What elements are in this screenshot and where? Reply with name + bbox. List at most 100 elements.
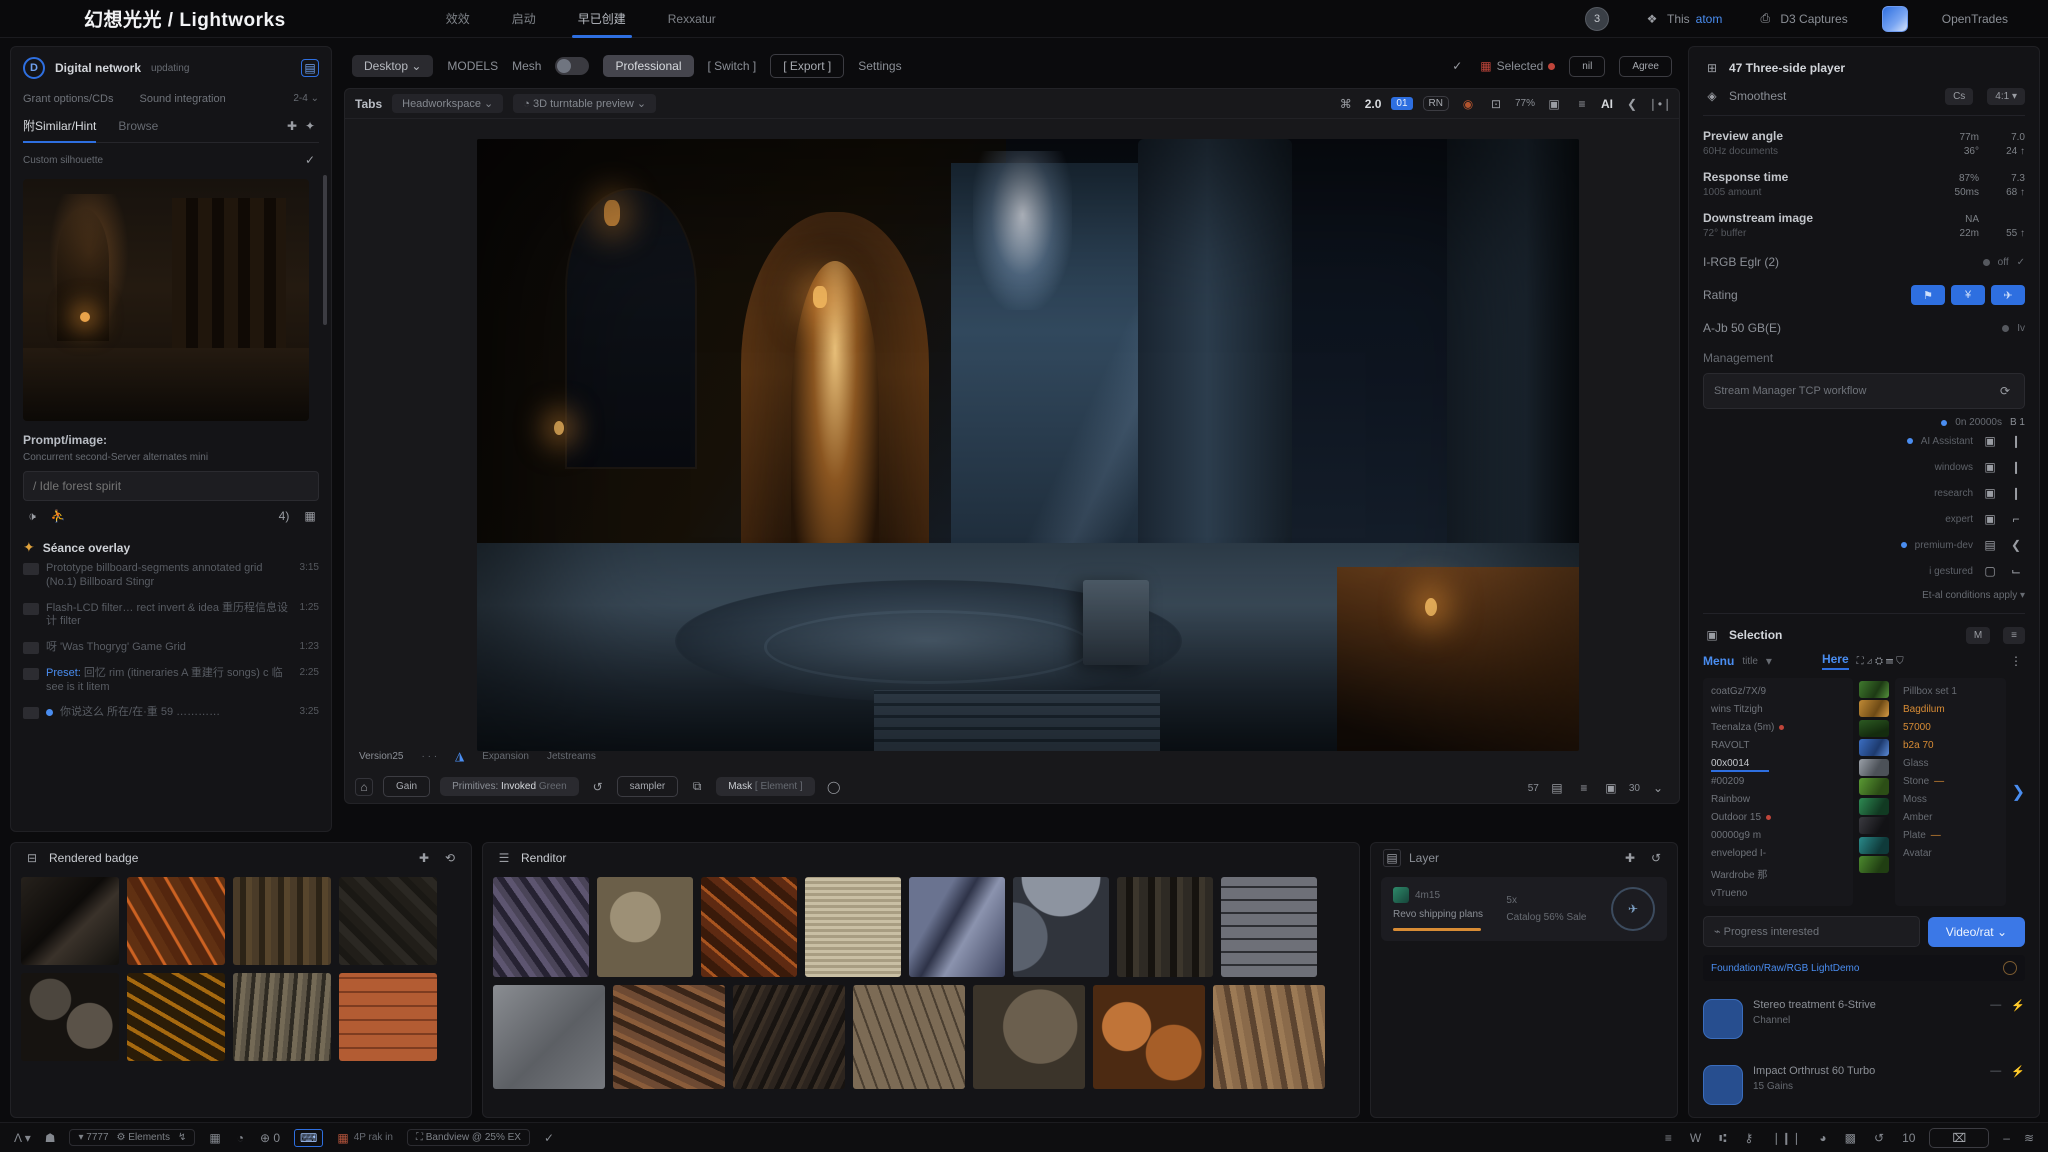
layer-icon-b[interactable]: ❙ [2007, 458, 2025, 476]
layer-icon-b[interactable]: ❮ [2007, 536, 2025, 554]
grid-view-icon[interactable]: ▤ [1548, 779, 1566, 797]
selection-value-row[interactable]: Plate — [1903, 826, 1998, 844]
mode-badge[interactable]: RN [1423, 96, 1449, 111]
layer-icon-a[interactable]: ▣ [1981, 458, 1999, 476]
undo-icon[interactable]: ↺ [589, 778, 607, 796]
statusbar-icon[interactable]: ☗ [45, 1131, 56, 1145]
reload-badge-icon[interactable]: ⟲ [441, 849, 459, 867]
check-toolbar-icon[interactable]: ✓ [1448, 57, 1466, 75]
spark-flame-icon[interactable]: ⚡ [2011, 1065, 2025, 1105]
property-row[interactable]: Downstream image NA 72° buffer 22m 55 ↑ [1703, 211, 2025, 239]
selection-row[interactable]: wins Titzigh [1711, 700, 1845, 718]
settings-button[interactable]: Settings [858, 59, 901, 73]
selection-thumb[interactable] [1859, 759, 1889, 776]
chevron-down-icon[interactable]: ⌄ [1649, 779, 1667, 797]
rating-button[interactable]: ⚑ [1911, 285, 1945, 305]
layer-icon-a[interactable]: ▣ [1981, 510, 1999, 528]
sampler-button[interactable]: sampler [617, 776, 679, 797]
jetstreams-label[interactable]: Jetstreams [547, 751, 596, 762]
property-row[interactable]: Response time 87% 7.3 1005 amount 50ms 6… [1703, 170, 2025, 198]
captures-item[interactable]: ⎙ D3 Captures [1756, 10, 1847, 28]
selection-value-row[interactable]: Amber — [1903, 808, 1998, 826]
sphere-icon[interactable]: ◉ [1459, 95, 1477, 113]
mesh-label[interactable]: Mesh [512, 59, 541, 73]
statusbar-icon[interactable]: ◕ [1819, 1131, 1826, 1145]
rating-button[interactable]: ¥ [1951, 285, 1985, 305]
selection-row[interactable]: enveloped I- [1711, 844, 1845, 862]
add-icon[interactable]: ✚ [283, 117, 301, 135]
layer-icon-a[interactable]: ▣ [1981, 432, 1999, 450]
layers-icon[interactable]: ⧉ [688, 778, 706, 796]
spark-icon[interactable]: ✦ [301, 117, 319, 135]
asset-card[interactable]: Impact Orthrust 60 Turbo 15 Gains — ⚡ [1703, 1057, 2025, 1113]
layer-item[interactable]: AI Assistant ▣ ❙ [1703, 428, 2025, 454]
history-item[interactable]: 呀 'Was Thogryg' Game Grid 1:23 [23, 635, 319, 661]
layer-icon-a[interactable]: ▤ [1981, 536, 1999, 554]
menu-item[interactable]: Rexxatur [666, 8, 718, 30]
panel-scrollbar[interactable] [323, 175, 327, 325]
texture-thumb[interactable] [733, 985, 845, 1089]
menu-lines-icon[interactable]: ≡ [1573, 95, 1591, 113]
tab-shipping[interactable]: 4m15 Revo shipping plans [1393, 887, 1490, 931]
statusbar-icon[interactable]: ▦ [209, 1131, 220, 1145]
texture-thumb[interactable] [493, 985, 605, 1089]
keyboard-active-icon[interactable]: ⌨ [294, 1129, 323, 1147]
texture-thumb[interactable] [493, 877, 589, 977]
statusbar-icon[interactable]: 10 [1902, 1131, 1915, 1145]
layer-icon-b[interactable]: ⌙ [2007, 562, 2025, 580]
circle-icon[interactable]: ◯ [825, 778, 843, 796]
bandview-pill[interactable]: ⛶ Bandview @ 25% EX [407, 1129, 530, 1146]
history-item[interactable]: Flash-LCD filter… rect invert & idea 重历程… [23, 596, 319, 636]
detail-view-icon[interactable]: ▣ [1602, 779, 1620, 797]
selection-row[interactable]: Wardrobe 那 [1711, 862, 1845, 884]
minus-icon[interactable]: – [2003, 1131, 2010, 1145]
selection-value-row[interactable]: Moss — [1903, 790, 1998, 808]
board-icon[interactable]: ▣ [1545, 95, 1563, 113]
texture-thumb[interactable] [909, 877, 1005, 977]
menu-item[interactable]: 效效 [444, 6, 472, 31]
subtab-browse[interactable]: Browse [118, 119, 158, 133]
layer-item[interactable]: expert ▣ ⌐ [1703, 506, 2025, 532]
mesh-toggle[interactable] [555, 57, 589, 75]
statusbar-icon[interactable]: ◔ [237, 1131, 244, 1145]
statusbar-icon[interactable]: Λ ▾ [14, 1131, 31, 1145]
selection-thumb[interactable] [1859, 778, 1889, 795]
selection-value-row[interactable]: Pillbox set 1 — [1903, 682, 1998, 700]
selection-thumb[interactable] [1859, 856, 1889, 873]
layer-icon-b[interactable]: ⌐ [2007, 510, 2025, 528]
layer-icon-a[interactable]: ▣ [1981, 484, 1999, 502]
subtab-similar[interactable]: 附Similar/Hint [23, 117, 96, 143]
selection-row[interactable]: RAVOLT [1711, 736, 1845, 754]
tabs-badge[interactable]: 2-4 ⌄ [293, 93, 319, 105]
preview-thumbnail[interactable] [23, 179, 309, 421]
capture-button[interactable]: ⌧ [1929, 1128, 1989, 1148]
layer-item[interactable]: windows ▣ ❙ [1703, 454, 2025, 480]
tab-grant-options[interactable]: Grant options/CDs [23, 93, 113, 105]
layer-icon-a[interactable]: ▢ [1981, 562, 1999, 580]
texture-thumb[interactable] [233, 973, 331, 1061]
speaker-icon[interactable]: 🕩 [23, 507, 41, 525]
statusbar-icon[interactable]: ⚷ [1744, 1131, 1753, 1145]
add-layer-icon[interactable]: ✚ [1621, 849, 1639, 867]
selection-row[interactable]: #00209 [1711, 772, 1845, 790]
switch-button[interactable]: [ Switch ] [708, 59, 757, 73]
preview-pill[interactable]: ◔ 3D turntable preview ⌄ [513, 94, 656, 113]
texture-thumb[interactable] [853, 985, 965, 1089]
trades-link[interactable]: OpenTrades [1942, 12, 2008, 26]
zoom-unit-badge[interactable]: 01 [1391, 97, 1412, 110]
nil-button[interactable]: nil [1569, 56, 1605, 77]
selection-row[interactable]: Teenalza (5m) [1711, 718, 1845, 736]
selection-value-row[interactable]: Bagdilum — [1903, 700, 1998, 718]
texture-thumb[interactable] [233, 877, 331, 965]
selection-value-row[interactable]: Stone — [1903, 772, 1998, 790]
texture-thumb[interactable] [597, 877, 693, 977]
selection-thumb[interactable] [1859, 700, 1889, 717]
texture-thumb[interactable] [701, 877, 797, 977]
selection-thumb[interactable] [1859, 681, 1889, 698]
texture-thumb[interactable] [339, 973, 437, 1061]
texture-thumb[interactable] [613, 985, 725, 1089]
frame-icon[interactable]: ⊡ [1487, 95, 1505, 113]
cs-chip[interactable]: Cs [1945, 88, 1973, 105]
foundation-link[interactable]: Foundation/Raw/RGB LightDemo [1711, 963, 1859, 974]
rak-indicator[interactable]: ▦ 4P rak in [337, 1131, 393, 1145]
